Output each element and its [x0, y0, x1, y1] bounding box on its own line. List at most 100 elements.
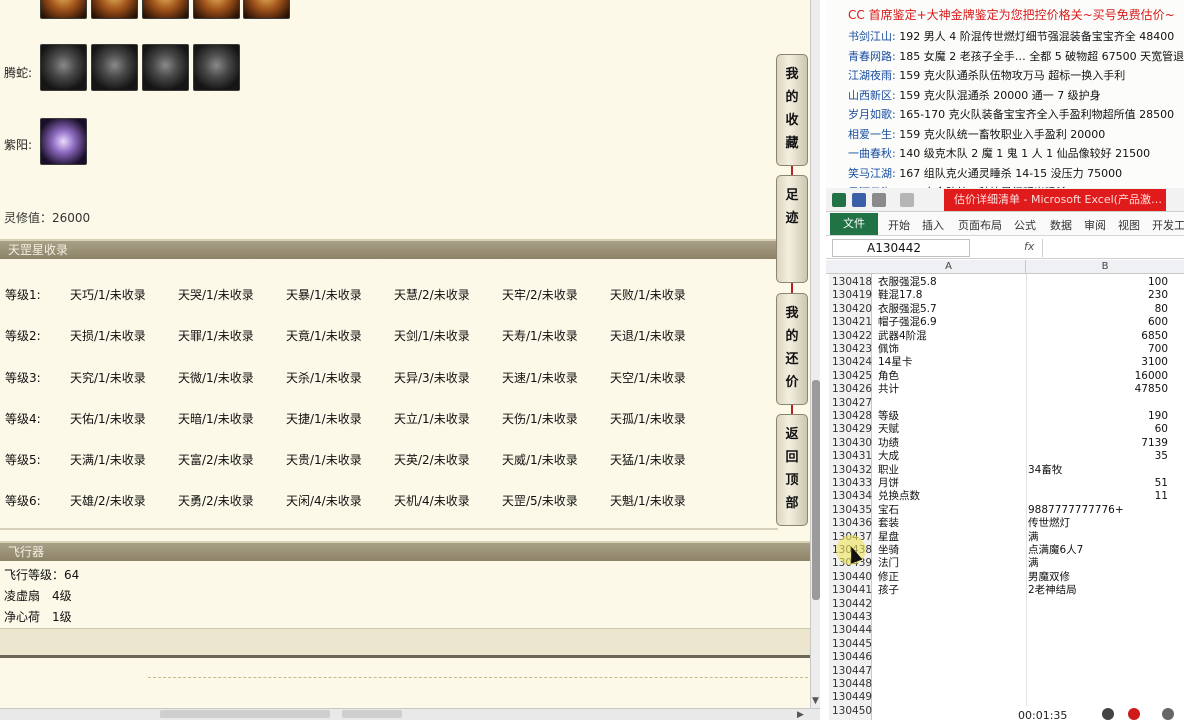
- cell-b[interactable]: 600: [1148, 316, 1168, 329]
- row-number[interactable]: 130418: [832, 276, 872, 289]
- vertical-scroll-thumb[interactable]: [812, 380, 820, 600]
- cell-b[interactable]: 点满魔6人7: [1028, 544, 1083, 557]
- ribbon-tab[interactable]: 开发工: [1152, 217, 1184, 233]
- cell-b[interactable]: 80: [1155, 303, 1168, 316]
- camera-icon[interactable]: [1162, 708, 1174, 720]
- row-number[interactable]: 130435: [832, 504, 872, 517]
- my-favorites-button[interactable]: 我的收藏: [776, 54, 808, 166]
- record-icon[interactable]: [1128, 708, 1140, 720]
- item-slot[interactable]: [142, 44, 189, 91]
- row-number[interactable]: 130448: [832, 678, 872, 691]
- item-slot[interactable]: [91, 0, 138, 19]
- row-number[interactable]: 130423: [832, 343, 872, 356]
- cell-a[interactable]: 帽子强混6.9: [878, 316, 937, 329]
- item-slot[interactable]: [91, 44, 138, 91]
- cell-a[interactable]: 鞋混17.8: [878, 289, 922, 302]
- row-number[interactable]: 130419: [832, 289, 872, 302]
- cell-a[interactable]: 武器4阶混: [878, 330, 927, 343]
- cell-b[interactable]: 7139: [1141, 437, 1168, 450]
- horizontal-scroll-thumb[interactable]: [342, 710, 402, 718]
- cell-a[interactable]: 宝石: [878, 504, 899, 517]
- row-number[interactable]: 130446: [832, 651, 872, 664]
- cell-b[interactable]: 9887777777776+: [1028, 504, 1124, 517]
- cell-b[interactable]: 满: [1028, 557, 1039, 570]
- row-number[interactable]: 130421: [832, 316, 872, 329]
- cell-b[interactable]: 34畜牧: [1028, 464, 1062, 477]
- scroll-down-arrow-icon[interactable]: ▼: [812, 696, 819, 706]
- column-header-b[interactable]: B: [1026, 260, 1184, 274]
- vertical-scrollbar[interactable]: [810, 0, 820, 708]
- save-icon[interactable]: [852, 193, 866, 207]
- row-number[interactable]: 130443: [832, 611, 872, 624]
- row-number[interactable]: 130449: [832, 691, 872, 704]
- item-slot[interactable]: [243, 0, 290, 19]
- row-number[interactable]: 130441: [832, 584, 872, 597]
- cell-a[interactable]: 大成: [878, 450, 899, 463]
- ribbon-tab[interactable]: 视图: [1118, 217, 1140, 233]
- row-number[interactable]: 130424: [832, 356, 872, 369]
- ribbon-tab[interactable]: 插入: [922, 217, 944, 233]
- row-number[interactable]: 130447: [832, 665, 872, 678]
- cell-b[interactable]: 3100: [1141, 356, 1168, 369]
- item-slot[interactable]: [193, 44, 240, 91]
- row-number[interactable]: 130427: [832, 397, 872, 410]
- cell-b[interactable]: 190: [1148, 410, 1168, 423]
- cell-b[interactable]: 6850: [1141, 330, 1168, 343]
- cell-b[interactable]: 16000: [1135, 370, 1168, 383]
- item-slot[interactable]: [40, 0, 87, 19]
- ribbon-tab[interactable]: 数据: [1050, 217, 1072, 233]
- cell-a[interactable]: 坐骑: [878, 544, 899, 557]
- cell-a[interactable]: 角色: [878, 370, 899, 383]
- row-number[interactable]: 130429: [832, 423, 872, 436]
- cell-a[interactable]: 套装: [878, 517, 899, 530]
- cell-b[interactable]: 11: [1155, 490, 1168, 503]
- row-number[interactable]: 130433: [832, 477, 872, 490]
- ribbon-tab[interactable]: 公式: [1014, 217, 1036, 233]
- cell-b[interactable]: 100: [1148, 276, 1168, 289]
- cell-b[interactable]: 2老神结局: [1028, 584, 1077, 597]
- cell-a[interactable]: 月饼: [878, 477, 899, 490]
- row-number[interactable]: 130428: [832, 410, 872, 423]
- row-number[interactable]: 130444: [832, 624, 872, 637]
- undo-icon[interactable]: [872, 193, 886, 207]
- footprint-button[interactable]: 足迹: [776, 175, 808, 283]
- redo-icon[interactable]: [900, 193, 914, 207]
- row-number[interactable]: 130445: [832, 638, 872, 651]
- pause-icon[interactable]: [1102, 708, 1114, 720]
- cell-a[interactable]: 职业: [878, 464, 899, 477]
- scroll-right-arrow-icon[interactable]: ▶: [797, 710, 804, 720]
- item-slot[interactable]: [40, 118, 87, 165]
- cell-a[interactable]: 衣服强混5.8: [878, 276, 937, 289]
- cell-a[interactable]: 星盘: [878, 531, 899, 544]
- file-tab[interactable]: 文件: [830, 213, 878, 235]
- ribbon-tab[interactable]: 审阅: [1084, 217, 1106, 233]
- back-to-top-button[interactable]: 返回顶部: [776, 414, 808, 526]
- item-slot[interactable]: [193, 0, 240, 19]
- row-number[interactable]: 130440: [832, 571, 872, 584]
- cell-a[interactable]: 法门: [878, 557, 899, 570]
- row-number[interactable]: 130420: [832, 303, 872, 316]
- row-number[interactable]: 130442: [832, 598, 872, 611]
- cell-b[interactable]: 35: [1155, 450, 1168, 463]
- my-counteroffer-button[interactable]: 我的还价: [776, 293, 808, 405]
- cell-a[interactable]: 兑换点数: [878, 490, 920, 503]
- cell-a[interactable]: 修正: [878, 571, 899, 584]
- horizontal-scroll-thumb[interactable]: [160, 710, 330, 718]
- formula-input[interactable]: [1042, 239, 1182, 257]
- row-number[interactable]: 130436: [832, 517, 872, 530]
- ribbon-tab[interactable]: 页面布局: [958, 217, 1002, 233]
- cell-a[interactable]: 天赋: [878, 423, 899, 436]
- cell-b[interactable]: 700: [1148, 343, 1168, 356]
- cell-b[interactable]: 60: [1155, 423, 1168, 436]
- item-slot[interactable]: [142, 0, 189, 19]
- cell-a[interactable]: 共计: [878, 383, 899, 396]
- cell-a[interactable]: 佩饰: [878, 343, 899, 356]
- column-header-a[interactable]: A: [872, 260, 1026, 274]
- item-slot[interactable]: [40, 44, 87, 91]
- row-number[interactable]: 130425: [832, 370, 872, 383]
- cell-a[interactable]: 衣服强混5.7: [878, 303, 937, 316]
- row-number[interactable]: 130426: [832, 383, 872, 396]
- cell-b[interactable]: 51: [1155, 477, 1168, 490]
- ribbon-tab[interactable]: 开始: [888, 217, 910, 233]
- cell-a[interactable]: 等级: [878, 410, 899, 423]
